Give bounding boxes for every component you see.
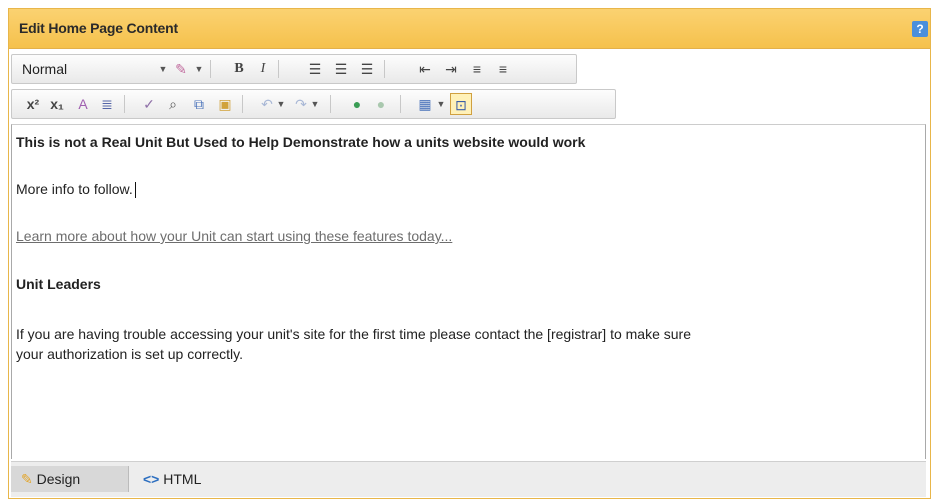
info-text: More info to follow. (16, 181, 133, 197)
paste-icon[interactable]: ▣ (214, 93, 236, 115)
paragraph-line-2: your authorization is set up correctly. (16, 346, 243, 362)
undo-icon[interactable]: ↶ (256, 93, 278, 115)
align-left-icon[interactable]: ☰ (304, 58, 326, 80)
unordered-list-icon[interactable]: ≡ (492, 58, 514, 80)
italic-icon[interactable]: I (252, 58, 274, 80)
find-icon[interactable]: ⌕ (162, 93, 184, 115)
spellcheck-icon[interactable]: ✓ (138, 93, 160, 115)
dropdown-icon[interactable]: ▼ (436, 93, 446, 115)
ordered-list-icon[interactable]: ≡ (466, 58, 488, 80)
paragraph-icon[interactable]: ≣ (96, 93, 118, 115)
align-center-icon[interactable]: ☰ (330, 58, 352, 80)
mode-bar: ✎ Design <> HTML (11, 461, 926, 497)
edit-content-panel: Edit Home Page Content ? Normal ▼ ✎ ▼ B … (8, 8, 931, 499)
rich-text-editor[interactable]: This is not a Real Unit But Used to Help… (11, 124, 926, 459)
dropdown-icon[interactable]: ▼ (310, 93, 320, 115)
html-label: HTML (163, 471, 202, 487)
tab-html[interactable]: <> HTML (133, 466, 211, 492)
intro-text: This is not a Real Unit But Used to Help… (16, 134, 586, 150)
dropdown-icon[interactable]: ▼ (194, 58, 204, 80)
pencil-icon: ✎ (21, 471, 33, 487)
unlink-icon[interactable]: ● (370, 93, 392, 115)
subscript-icon[interactable]: x₁ (46, 93, 68, 115)
panel-header: Edit Home Page Content ? (9, 9, 930, 49)
toolbar-format: Normal ▼ ✎ ▼ B I ☰ ☰ ☰ ⇤ ⇥ ≡ ≡ (11, 54, 577, 84)
text-caret (134, 182, 136, 199)
table-icon[interactable]: ▦ (414, 93, 436, 115)
redo-icon[interactable]: ↷ (290, 93, 312, 115)
align-right-icon[interactable]: ☰ (356, 58, 378, 80)
paragraph-line-1: If you are having trouble accessing your… (16, 326, 691, 342)
dropdown-icon[interactable]: ▼ (276, 93, 286, 115)
code-icon: <> (143, 471, 160, 487)
link-icon[interactable]: ● (346, 93, 368, 115)
paint-icon[interactable]: ✎ (170, 58, 192, 80)
dropdown-icon[interactable]: ▼ (158, 58, 168, 80)
format-select[interactable]: Normal (17, 59, 157, 79)
section-heading: Unit Leaders (16, 276, 101, 292)
toggle-html-icon[interactable]: ⊡ (450, 93, 472, 115)
design-label: Design (36, 471, 81, 487)
indent-icon[interactable]: ⇥ (440, 58, 462, 80)
page-title: Edit Home Page Content (19, 20, 178, 36)
superscript-icon[interactable]: x² (22, 93, 44, 115)
toolbar-tools: x² x₁ A ≣ ✓ ⌕ ⧉ ▣ ↶ ▼ ↷ ▼ ● ● ▦ ▼ ⊡ (11, 89, 616, 119)
outdent-icon[interactable]: ⇤ (414, 58, 436, 80)
info-line: More info to follow. (16, 181, 136, 199)
bold-icon[interactable]: B (228, 58, 250, 80)
learn-more-link[interactable]: Learn more about how your Unit can start… (16, 228, 452, 244)
copy-icon[interactable]: ⧉ (188, 93, 210, 115)
clear-format-icon[interactable]: A (72, 93, 94, 115)
help-icon[interactable]: ? (912, 21, 928, 37)
tab-design[interactable]: ✎ Design (11, 466, 129, 492)
